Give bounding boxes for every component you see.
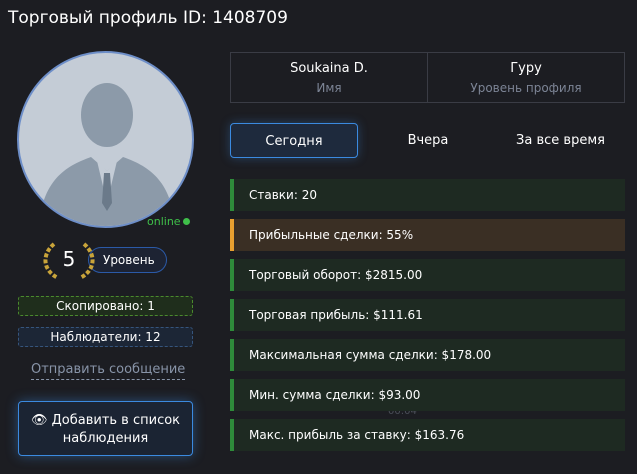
stat-profit: Торговая прибыль: $111.61 [230, 299, 625, 331]
tab-today[interactable]: Сегодня [230, 123, 358, 158]
avatar [17, 51, 194, 228]
copied-count: Скопировано: 1 [18, 296, 193, 316]
online-status: online [147, 215, 190, 228]
stat-min-trade: Мин. сумма сделки: $93.00 [230, 379, 625, 411]
name-value: Soukaina D. [290, 61, 368, 76]
online-dot-icon [182, 218, 190, 225]
stat-max-trade: Максимальная сумма сделки: $178.00 [230, 339, 625, 371]
page-title: Торговый профиль ID: 1408709 [8, 8, 288, 28]
stat-turnover: Торговый оборот: $2815.00 [230, 259, 625, 291]
eye-icon: 👁 [30, 413, 48, 428]
profile-info-table: Soukaina D. Имя Гуру Уровень профиля [230, 52, 625, 103]
add-to-watchlist-button[interactable]: 👁 Добавить в список наблюдения [18, 401, 193, 456]
name-label: Имя [316, 81, 342, 95]
stat-bets: Ставки: 20 [230, 179, 625, 211]
tab-all-time[interactable]: За все время [494, 123, 627, 158]
stat-max-profit: Макс. прибыль за ставку: $163.76 [230, 419, 625, 451]
level-number: 5 [62, 247, 76, 271]
send-message-link[interactable]: Отправить сообщение [31, 362, 186, 380]
level-label: Уровень [103, 253, 155, 267]
rank-cell: Гуру Уровень профиля [427, 53, 624, 102]
tab-yesterday[interactable]: Вчера [364, 123, 492, 158]
add-watchlist-label: Добавить в список наблюдения [51, 413, 181, 446]
online-label: online [147, 215, 181, 228]
level-badge: Уровень [88, 247, 167, 273]
name-cell: Soukaina D. Имя [231, 53, 427, 102]
rank-label: Уровень профиля [470, 81, 582, 95]
rank-value: Гуру [510, 61, 542, 76]
user-silhouette-icon [39, 83, 175, 226]
stat-profitable-trades: Прибыльные сделки: 55% [230, 219, 625, 251]
watchers-count: Наблюдатели: 12 [18, 327, 193, 347]
